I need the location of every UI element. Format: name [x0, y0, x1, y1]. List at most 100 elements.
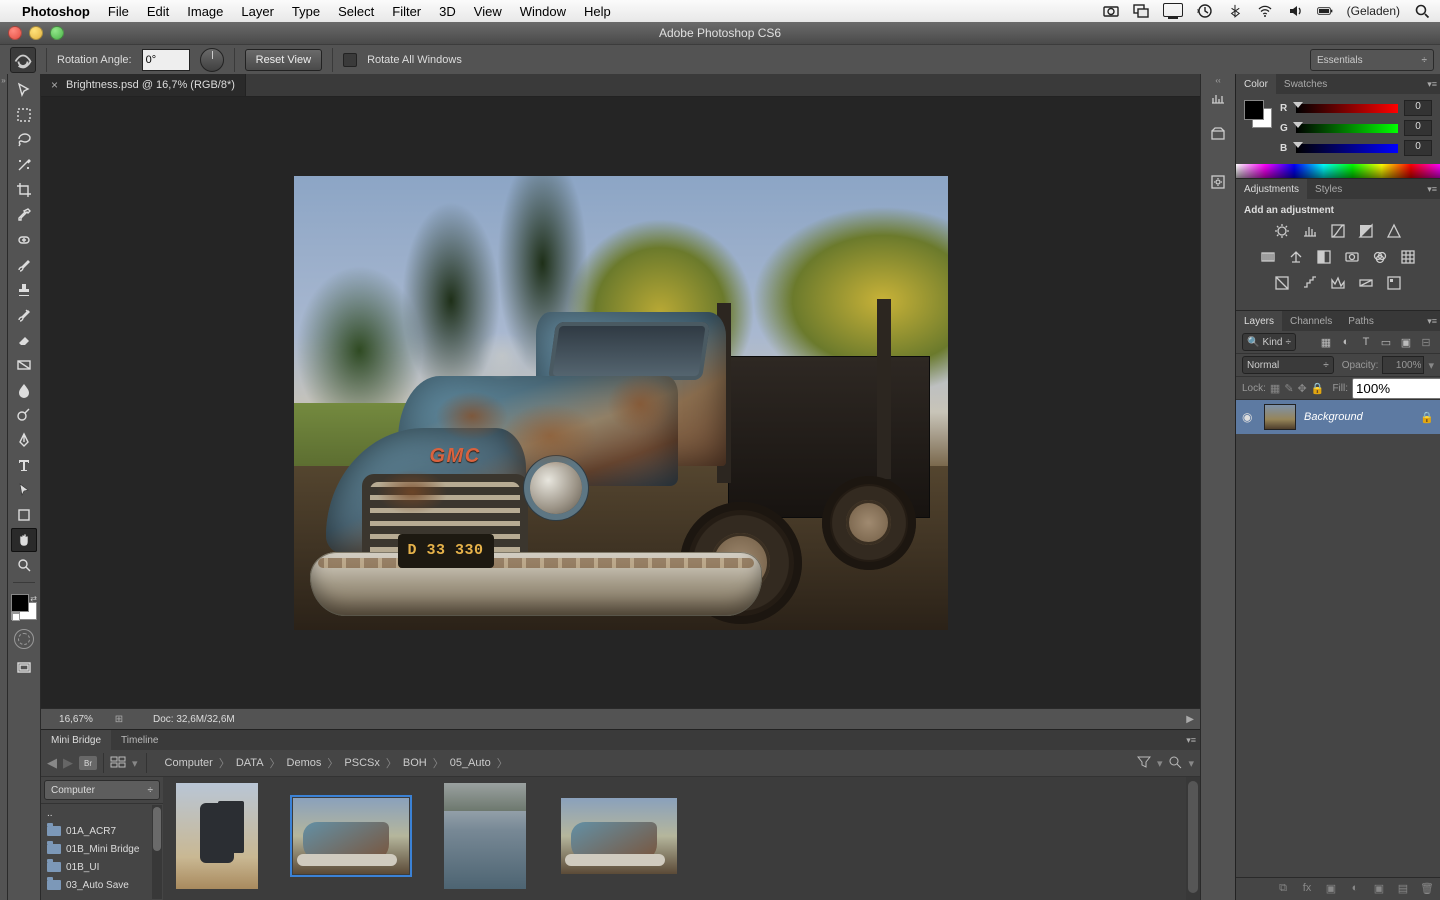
timemachine-icon[interactable]	[1197, 3, 1213, 19]
stamp-tool[interactable]	[11, 278, 37, 302]
document-canvas[interactable]: GMC D 33 330	[294, 176, 948, 630]
menu-layer[interactable]: Layer	[241, 4, 274, 19]
eraser-tool[interactable]	[11, 328, 37, 352]
shape-tool[interactable]	[11, 503, 37, 527]
lock-trans-icon[interactable]: ▦	[1270, 381, 1280, 395]
rotate-all-checkbox[interactable]	[343, 53, 357, 67]
hand-tool[interactable]	[11, 528, 37, 552]
gradient-map-icon[interactable]	[1357, 274, 1375, 292]
b-value[interactable]: 0	[1404, 140, 1432, 156]
crumb[interactable]: Computer	[161, 757, 217, 769]
folder-up[interactable]: ..	[41, 804, 163, 822]
exposure-icon[interactable]	[1357, 222, 1375, 240]
tab-color[interactable]: Color	[1236, 74, 1276, 94]
layer-filter-kind[interactable]: 🔍Kind ÷	[1242, 333, 1296, 351]
menu-window[interactable]: Window	[520, 4, 566, 19]
panel-menu-icon[interactable]: ▾≡	[1427, 184, 1437, 195]
document-tab[interactable]: × Brightness.psd @ 16,7% (RGB/8*)	[41, 74, 246, 96]
filter-smart-icon[interactable]: ▣	[1398, 334, 1414, 350]
vibrance-icon[interactable]	[1385, 222, 1403, 240]
menu-select[interactable]: Select	[338, 4, 374, 19]
new-layer-icon[interactable]: ▤	[1396, 882, 1410, 896]
window-zoom-button[interactable]	[50, 26, 64, 40]
active-tool-icon[interactable]	[10, 47, 36, 73]
menu-filter[interactable]: Filter	[392, 4, 421, 19]
zoom-level[interactable]: 16,67%	[41, 714, 111, 725]
panel-color-swatch[interactable]	[1244, 100, 1272, 128]
default-colors-icon[interactable]	[11, 612, 20, 621]
menu-view[interactable]: View	[474, 4, 502, 19]
source-dropdown[interactable]: Computer÷	[44, 780, 160, 800]
delete-layer-icon[interactable]: 🗑	[1420, 882, 1434, 896]
thumbnail[interactable]	[443, 783, 527, 889]
layer-row[interactable]: ◉ Background 🔒	[1236, 400, 1440, 434]
screens-icon[interactable]	[1133, 3, 1149, 19]
folder-item[interactable]: 03_Auto Save	[41, 876, 163, 894]
color-lookup-icon[interactable]	[1399, 248, 1417, 266]
thumbnail[interactable]	[175, 783, 259, 889]
canvas-area[interactable]: GMC D 33 330	[41, 97, 1200, 708]
invert-icon[interactable]	[1273, 274, 1291, 292]
panel-menu-icon[interactable]: ▾≡	[1186, 735, 1196, 746]
levels-icon[interactable]	[1301, 222, 1319, 240]
new-group-icon[interactable]: ▣	[1372, 882, 1386, 896]
tab-timeline[interactable]: Timeline	[111, 730, 168, 750]
menu-help[interactable]: Help	[584, 4, 611, 19]
filter-type-icon[interactable]: T	[1358, 334, 1374, 350]
filter-pixel-icon[interactable]: ▦	[1318, 334, 1334, 350]
tab-styles[interactable]: Styles	[1307, 179, 1350, 199]
tab-swatches[interactable]: Swatches	[1276, 74, 1335, 94]
blend-mode-select[interactable]: Normal÷	[1242, 356, 1334, 374]
photo-filter-icon[interactable]	[1343, 248, 1361, 266]
crumb[interactable]: DATA	[232, 757, 268, 769]
r-value[interactable]: 0	[1404, 100, 1432, 116]
selective-color-icon[interactable]	[1385, 274, 1403, 292]
display-icon[interactable]	[1163, 3, 1183, 20]
menu-file[interactable]: File	[108, 4, 129, 19]
properties-icon[interactable]	[1205, 170, 1231, 194]
volume-icon[interactable]	[1287, 3, 1303, 19]
healing-tool[interactable]	[11, 228, 37, 252]
opacity-input[interactable]	[1382, 356, 1424, 374]
camera-icon[interactable]	[1103, 3, 1119, 19]
r-slider[interactable]	[1296, 104, 1398, 113]
folder-item[interactable]: 01A_ACR7	[41, 822, 163, 840]
dodge-tool[interactable]	[11, 403, 37, 427]
reset-view-button[interactable]: Reset View	[245, 49, 322, 71]
panel-menu-icon[interactable]: ▾≡	[1427, 316, 1437, 327]
menu-edit[interactable]: Edit	[147, 4, 169, 19]
visibility-icon[interactable]: ◉	[1242, 410, 1256, 424]
window-close-button[interactable]	[8, 26, 22, 40]
nav-forward-button[interactable]: ▶	[63, 755, 73, 771]
wifi-icon[interactable]	[1257, 3, 1273, 19]
left-dock-strip[interactable]	[0, 74, 8, 900]
lock-pos-icon[interactable]: ✥	[1298, 381, 1307, 395]
panel-menu-icon[interactable]: ▾≡	[1427, 79, 1437, 90]
menu-type[interactable]: Type	[292, 4, 320, 19]
layer-mask-icon[interactable]: ▣	[1324, 882, 1338, 896]
thumbnail[interactable]	[293, 783, 409, 889]
new-adjustment-icon[interactable]: ◐	[1348, 882, 1362, 896]
color-spectrum[interactable]	[1236, 164, 1440, 178]
g-value[interactable]: 0	[1404, 120, 1432, 136]
pen-tool[interactable]	[11, 428, 37, 452]
lock-icon[interactable]: 🔒	[1420, 411, 1434, 424]
spotlight-icon[interactable]	[1414, 3, 1430, 19]
b-slider[interactable]	[1296, 144, 1398, 153]
battery-icon[interactable]	[1317, 3, 1333, 19]
crumb[interactable]: 05_Auto	[446, 757, 495, 769]
menu-3d[interactable]: 3D	[439, 4, 456, 19]
menu-image[interactable]: Image	[187, 4, 223, 19]
crop-tool[interactable]	[11, 178, 37, 202]
marquee-tool[interactable]	[11, 103, 37, 127]
brush-tool[interactable]	[11, 253, 37, 277]
color-balance-icon[interactable]	[1287, 248, 1305, 266]
filter-shape-icon[interactable]: ▭	[1378, 334, 1394, 350]
crumb[interactable]: BOH	[399, 757, 431, 769]
window-minimize-button[interactable]	[29, 26, 43, 40]
g-slider[interactable]	[1296, 124, 1398, 133]
posterize-icon[interactable]	[1301, 274, 1319, 292]
hue-sat-icon[interactable]	[1259, 248, 1277, 266]
view-mode-icon[interactable]	[110, 756, 126, 771]
zoom-tool[interactable]	[11, 553, 37, 577]
